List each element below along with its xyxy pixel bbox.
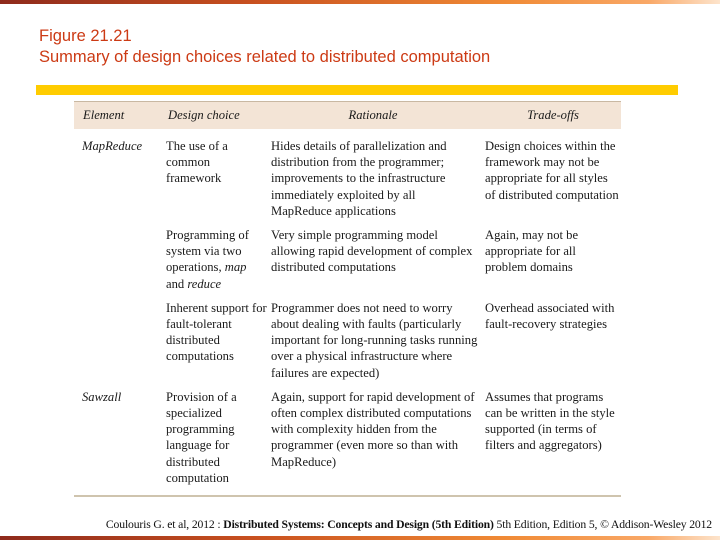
cell-design-choice: Inherent support for fault-tolerant dist… bbox=[166, 300, 267, 364]
design-choices-table: Element Design choice Rationale Trade-of… bbox=[74, 101, 621, 498]
table-row: MapReduce The use of a common framework … bbox=[74, 129, 621, 227]
cell-tradeoffs: Overhead associated with fault-recovery … bbox=[485, 300, 615, 332]
table-row: Inherent support for fault-tolerant dist… bbox=[74, 300, 621, 389]
citation-prefix: Coulouris G. et al, 2012 : bbox=[105, 518, 224, 531]
table-row: Sawzall Provision of a specialized progr… bbox=[74, 388, 621, 498]
header-design-choice: Design choice bbox=[166, 101, 271, 129]
cell-element: Sawzall bbox=[74, 388, 166, 498]
top-gradient-bar bbox=[0, 0, 720, 4]
design-choice-reduce: reduce bbox=[187, 276, 222, 291]
cell-rationale: Programmer does not need to worry about … bbox=[271, 300, 478, 380]
accent-band bbox=[36, 85, 678, 95]
cell-element bbox=[74, 300, 166, 389]
header-tradeoffs: Trade-offs bbox=[485, 101, 621, 129]
cell-element: MapReduce bbox=[82, 139, 143, 153]
citation-suffix: 5th Edition, Edition 5, © Addison-Wesley… bbox=[493, 518, 713, 531]
citation-book-title: Distributed Systems: Concepts and Design… bbox=[223, 518, 494, 531]
cell-rationale: Hides details of parallelization and dis… bbox=[271, 139, 447, 218]
header-rationale: Rationale bbox=[271, 101, 485, 129]
cell-design-choice: Programming of system via two operations… bbox=[166, 227, 271, 300]
design-choice-map: map bbox=[224, 260, 247, 275]
cell-rationale: Again, support for rapid development of … bbox=[271, 388, 485, 498]
cell-rationale: Very simple programming model allowing r… bbox=[271, 228, 473, 275]
cell-tradeoffs: Again, may not be appropriate for all pr… bbox=[485, 228, 579, 275]
table-header-row: Element Design choice Rationale Trade-of… bbox=[74, 101, 621, 129]
cell-tradeoffs: Assumes that programs can be written in … bbox=[485, 388, 621, 498]
cell-tradeoffs: Design choices within the framework may … bbox=[485, 139, 619, 202]
design-choice-and: and bbox=[166, 276, 188, 291]
bottom-gradient-bar bbox=[0, 536, 720, 540]
cell-design-choice: Provision of a specialized programming l… bbox=[166, 388, 271, 498]
slide-title: Figure 21.21 Summary of design choices r… bbox=[39, 26, 490, 68]
table-row: Programming of system via two operations… bbox=[74, 227, 621, 300]
header-element: Element bbox=[74, 101, 166, 129]
cell-design-choice: The use of a common framework bbox=[166, 139, 228, 186]
figure-label: Figure 21.21 bbox=[39, 27, 132, 45]
cell-element bbox=[74, 227, 166, 300]
citation-footer: Coulouris G. et al, 2012 : Distributed S… bbox=[0, 518, 720, 531]
figure-caption: Summary of design choices related to dis… bbox=[39, 48, 491, 66]
